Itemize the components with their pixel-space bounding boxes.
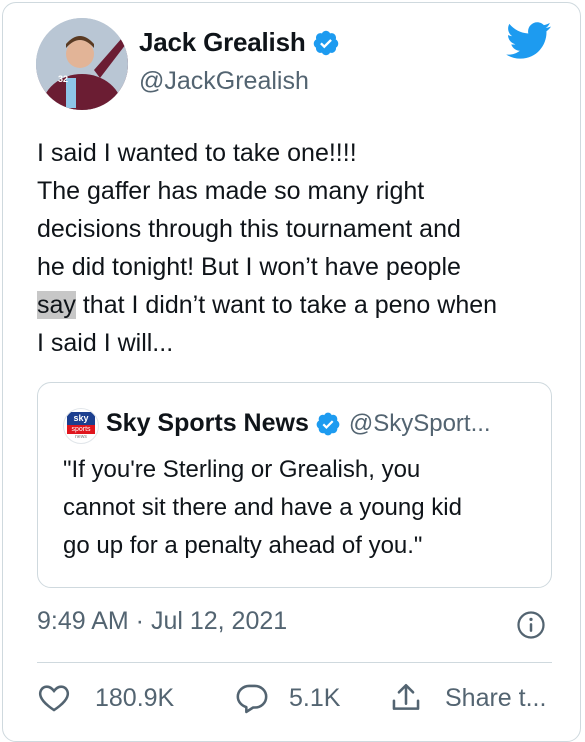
divider (37, 662, 552, 663)
reply-button[interactable]: 5.1K (235, 681, 340, 715)
verified-badge-icon (313, 30, 338, 55)
reply-bubble-icon (236, 684, 268, 714)
verified-badge-icon (316, 412, 340, 435)
action-bar: 180.9K 5.1K Share t... (37, 681, 567, 721)
tweet-line: I said I wanted to take one!!!! (37, 139, 357, 167)
svg-text:32: 32 (58, 74, 68, 84)
author-avatar[interactable]: 32 (36, 18, 128, 110)
info-icon[interactable] (516, 610, 546, 640)
like-count: 180.9K (95, 683, 175, 712)
tweet-card: 32 Jack Grealish @JackGrealish I said I … (2, 2, 581, 742)
tweet-line: decisions through this tournament and (37, 215, 461, 243)
author-name[interactable]: Jack Grealish (139, 27, 306, 58)
tweet-line: I said I will... (37, 329, 174, 357)
tweet-line: he did tonight! But I won’t have people (37, 253, 461, 281)
quoted-author-name[interactable]: Sky Sports News (106, 409, 309, 438)
tweet-line: say that I didn’t want to take a peno wh… (37, 286, 567, 324)
share-icon (392, 683, 420, 710)
quoted-line: go up for a penalty ahead of you." (63, 532, 423, 559)
tweet-timestamp[interactable]: 9:49 AM · Jul 12, 2021 (37, 607, 287, 636)
quoted-author-handle[interactable]: @SkySport... (349, 410, 491, 438)
sky-sports-news-logo[interactable]: sky sports news (63, 408, 99, 444)
quoted-line: cannot sit there and have a young kid (63, 494, 462, 521)
twitter-bird-icon[interactable] (506, 22, 552, 60)
tweet-text: I said I wanted to take one!!!! The gaff… (37, 134, 567, 362)
share-label: Share t... (445, 683, 547, 712)
author-handle[interactable]: @JackGrealish (139, 67, 309, 96)
quoted-tweet-text: "If you're Sterling or Grealish, you can… (63, 451, 538, 565)
heart-icon (38, 685, 70, 712)
share-button[interactable]: Share t... (389, 681, 546, 715)
sky-logo-top: sky (67, 412, 95, 425)
tweet-line: The gaffer has made so many right (37, 177, 425, 205)
like-button[interactable]: 180.9K (37, 681, 174, 715)
selected-text-highlight[interactable]: say (37, 291, 76, 319)
sky-logo-middle: sports (67, 425, 95, 434)
quoted-line: "If you're Sterling or Grealish, you (63, 456, 421, 483)
tweet-line-rest: that I didn’t want to take a peno when (75, 291, 498, 319)
quoted-tweet[interactable]: sky sports news Sky Sports News @SkySpor… (37, 382, 552, 588)
sky-logo-bottom: news (75, 434, 87, 440)
author-name-row: Jack Grealish (139, 27, 340, 58)
reply-count: 5.1K (289, 683, 341, 712)
quoted-author-row: Sky Sports News @SkySport... (106, 409, 491, 438)
